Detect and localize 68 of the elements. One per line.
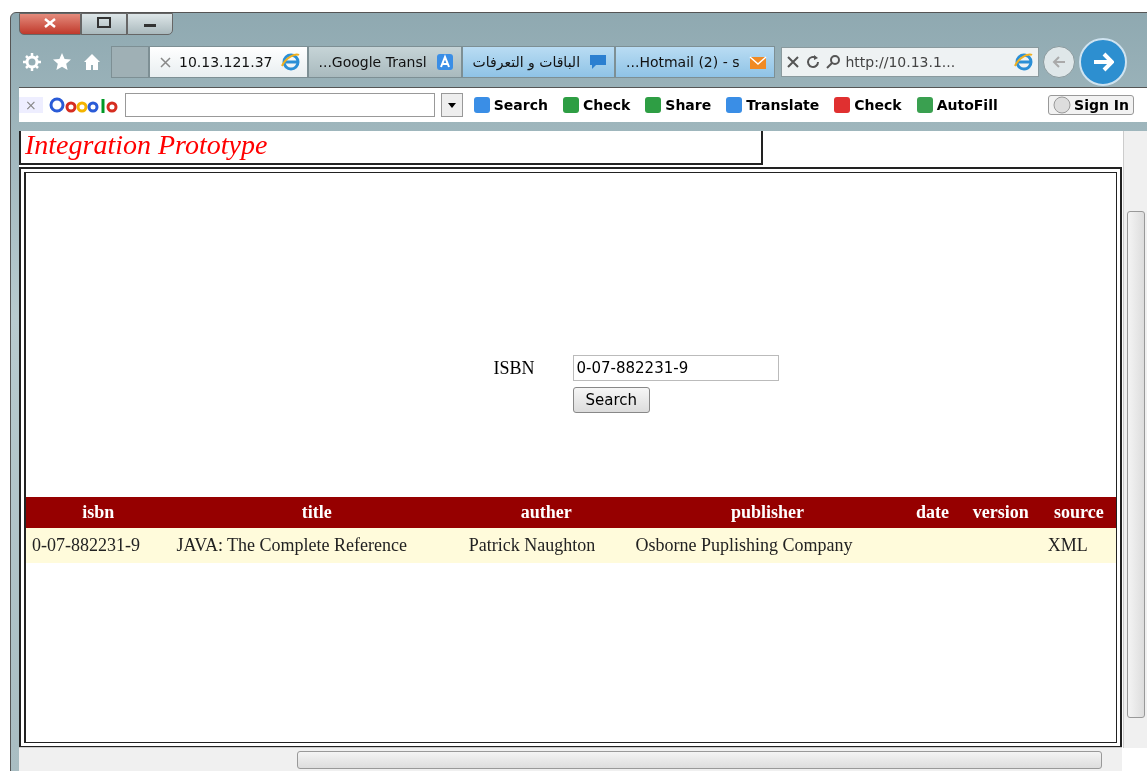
toolbar-icon bbox=[833, 96, 852, 114]
column-header: source bbox=[1041, 497, 1116, 528]
browser-logo-icon bbox=[1013, 52, 1034, 72]
tab-title: ...Google Transl bbox=[318, 54, 427, 70]
new-tab-button[interactable] bbox=[111, 46, 149, 78]
column-header: isbn bbox=[26, 497, 171, 528]
url-text: http://10.13.1... bbox=[845, 54, 957, 70]
tab-title: الباقات و التعرفات bbox=[472, 54, 581, 70]
stop-icon[interactable] bbox=[785, 55, 800, 69]
restore-icon bbox=[97, 17, 111, 28]
star-icon[interactable] bbox=[53, 53, 71, 71]
table-cell: Osborne Puplishing Company bbox=[629, 528, 906, 563]
table-cell: JAVA: The Complete Reference bbox=[170, 528, 463, 563]
search-icon[interactable] bbox=[825, 55, 840, 69]
google-search-field[interactable] bbox=[124, 93, 435, 117]
table-cell: 0-07-882231-9 bbox=[26, 528, 171, 563]
toolbar-icon bbox=[644, 96, 663, 114]
browser-tab[interactable]: 10.13.121.37 bbox=[149, 46, 308, 78]
toolbar-button[interactable]: AutoFill bbox=[911, 96, 1002, 114]
translate-icon bbox=[434, 52, 455, 72]
dropdown-button[interactable] bbox=[440, 93, 463, 117]
table-cell: XML bbox=[1041, 528, 1116, 563]
search-button[interactable]: Search bbox=[572, 387, 651, 413]
settings-icon[interactable] bbox=[23, 53, 41, 71]
table-cell: Patrick Naughton bbox=[462, 528, 630, 563]
toolbar-icon bbox=[725, 96, 744, 114]
close-button[interactable] bbox=[19, 13, 81, 35]
column-header: auther bbox=[462, 497, 630, 528]
column-header: version bbox=[959, 497, 1042, 528]
tab-title: 10.13.121.37 bbox=[179, 54, 273, 70]
scrollbar-thumb[interactable] bbox=[297, 751, 1102, 769]
isbn-field[interactable]: 0-07-882231-9 bbox=[572, 355, 779, 381]
column-header: publisher bbox=[629, 497, 906, 528]
close-icon bbox=[43, 16, 57, 29]
forward-arrow-icon bbox=[1091, 51, 1114, 73]
toolbar-icon bbox=[915, 96, 934, 114]
browser-tab[interactable]: ...Hotmail (2) - s bbox=[615, 46, 775, 78]
toolbar-button[interactable]: Check bbox=[557, 96, 635, 114]
refresh-icon[interactable] bbox=[805, 55, 820, 69]
close-icon[interactable] bbox=[160, 56, 171, 68]
browser-tab[interactable]: ...Google Transl bbox=[307, 46, 462, 78]
scrollbar-thumb[interactable] bbox=[1127, 211, 1145, 718]
toolbar-icon bbox=[472, 96, 491, 114]
home-icon[interactable] bbox=[83, 53, 101, 71]
toolbar-button[interactable]: Share bbox=[640, 96, 716, 114]
horizontal-scrollbar[interactable] bbox=[19, 747, 1122, 771]
browser-logo-icon bbox=[280, 52, 301, 72]
browser-tab[interactable]: الباقات و التعرفات bbox=[461, 46, 616, 78]
back-arrow-icon bbox=[1050, 54, 1067, 70]
caret-icon bbox=[447, 102, 456, 108]
minimize-button[interactable] bbox=[127, 13, 173, 35]
toolbar-button[interactable]: Check bbox=[829, 96, 906, 114]
tab-title: ...Hotmail (2) - s bbox=[626, 54, 740, 70]
chat-icon bbox=[588, 52, 609, 72]
back-button[interactable] bbox=[1042, 46, 1075, 78]
forward-button[interactable] bbox=[1078, 38, 1127, 86]
column-header: date bbox=[905, 497, 960, 528]
isbn-label: ISBN bbox=[493, 357, 535, 379]
page-banner-title: Integration Prototype bbox=[25, 131, 268, 161]
vertical-scrollbar[interactable] bbox=[1123, 131, 1147, 748]
restore-button[interactable] bbox=[81, 13, 127, 35]
toolbar-button[interactable]: Translate bbox=[721, 96, 824, 114]
toolbar-button[interactable]: Sign In bbox=[1048, 95, 1134, 115]
toolbar-button[interactable]: Search bbox=[468, 96, 552, 114]
column-header: title bbox=[170, 497, 463, 528]
toolbar-icon bbox=[561, 96, 580, 114]
user-icon bbox=[1053, 96, 1072, 114]
address-bar[interactable]: http://10.13.1... bbox=[780, 47, 1039, 77]
